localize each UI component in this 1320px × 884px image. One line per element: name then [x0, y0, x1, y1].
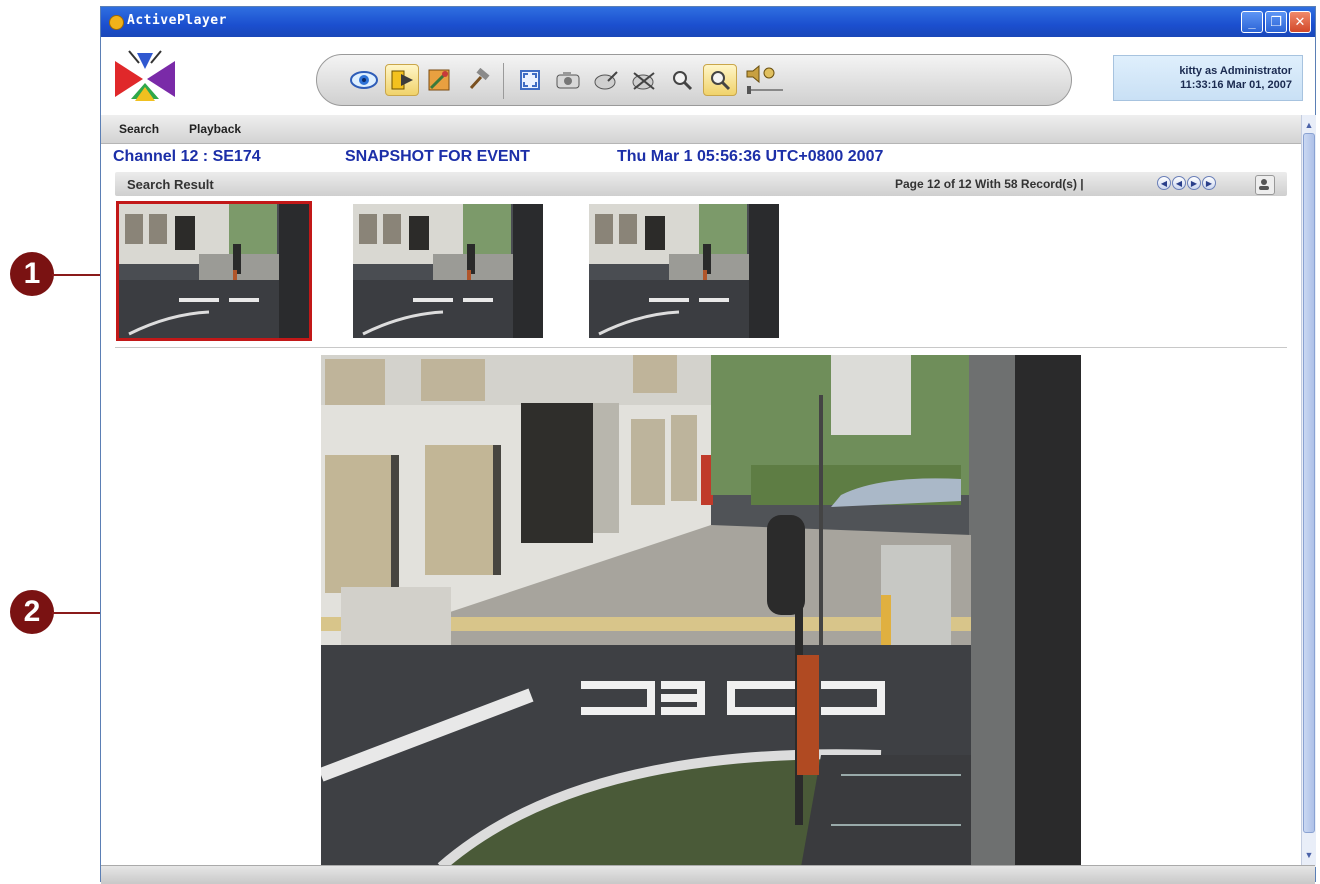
parking-snapshot-thumbnail [119, 204, 309, 338]
record-stop-button[interactable] [627, 64, 661, 96]
status-bar [101, 865, 1315, 884]
parking-snapshot-thumbnail [589, 204, 779, 338]
result-thumbnail[interactable] [116, 201, 312, 341]
snapshot-viewer[interactable] [321, 355, 1081, 867]
minimize-button[interactable]: _ [1241, 11, 1263, 33]
zoom-out-button[interactable] [703, 64, 737, 96]
main-content: Channel 12 : SE174 SNAPSHOT FOR EVENT Th… [101, 144, 1301, 867]
last-page-button[interactable]: ▶ [1202, 176, 1216, 190]
magnifier-icon [711, 71, 731, 91]
scroll-up-arrow-icon[interactable]: ▲ [1302, 117, 1316, 133]
first-page-button[interactable]: ◀ [1157, 176, 1171, 190]
record-icon [594, 71, 618, 90]
scrollbar-thumb[interactable] [1303, 133, 1315, 833]
tools-button[interactable] [461, 64, 495, 96]
event-config-button[interactable] [423, 64, 457, 96]
live-view-button[interactable] [347, 64, 381, 96]
callout-1-badge: 1 [10, 252, 54, 296]
menu-item-playback[interactable]: Playback [189, 122, 241, 136]
event-config-icon [428, 69, 450, 91]
close-button[interactable]: ✕ [1289, 11, 1311, 33]
hammer-icon [469, 68, 490, 90]
event-type-label: SNAPSHOT FOR EVENT [345, 148, 530, 165]
fullscreen-button[interactable] [513, 64, 547, 96]
user-role: kitty as Administrator [1179, 65, 1292, 77]
menu-bar: Search Playback [101, 115, 1301, 144]
playback-icon [391, 70, 413, 90]
speaker-icon [746, 65, 783, 94]
vertical-scrollbar[interactable]: ▲ ▼ [1301, 115, 1316, 867]
eye-icon [350, 71, 378, 89]
user-datetime: 11:33:16 Mar 01, 2007 [1180, 79, 1292, 91]
toolbar-separator [503, 63, 504, 99]
playback-mode-button[interactable] [385, 64, 419, 96]
zoom-in-button[interactable] [665, 64, 699, 96]
app-icon [109, 15, 124, 30]
title-bar[interactable]: ActivePlayer _ ❐ ✕ [101, 7, 1315, 37]
search-result-bar: Search Result Page 12 of 12 With 58 Reco… [115, 172, 1287, 196]
user-icon[interactable] [1255, 175, 1275, 195]
result-thumbnail[interactable] [353, 204, 543, 338]
toolbar [316, 54, 1072, 106]
parking-lot-snapshot [321, 355, 1081, 867]
thumbnail-divider [115, 347, 1287, 348]
snapshot-button[interactable] [551, 64, 585, 96]
maximize-button[interactable]: ❐ [1265, 11, 1287, 33]
toolbar-area: kitty as Administrator 11:33:16 Mar 01, … [101, 37, 1315, 115]
magnifier-icon [673, 71, 693, 91]
window-title: ActivePlayer [127, 13, 227, 28]
scroll-down-arrow-icon[interactable]: ▼ [1302, 847, 1316, 863]
previous-page-button[interactable]: ◀ [1172, 176, 1186, 190]
callout-2-badge: 2 [10, 590, 54, 634]
search-result-title: Search Result [127, 177, 214, 192]
record-off-icon [632, 72, 655, 90]
record-button[interactable] [589, 64, 623, 96]
parking-snapshot-thumbnail [353, 204, 543, 338]
channel-label: Channel 12 : SE174 [113, 148, 261, 165]
user-info-panel: kitty as Administrator 11:33:16 Mar 01, … [1113, 55, 1303, 101]
result-thumbnail[interactable] [589, 204, 779, 338]
menu-item-search[interactable]: Search [119, 122, 159, 136]
volume-control[interactable] [741, 64, 793, 96]
app-logo [115, 50, 175, 101]
next-page-button[interactable]: ▶ [1187, 176, 1201, 190]
page-info: Page 12 of 12 With 58 Record(s) | [895, 177, 1084, 191]
app-window: ActivePlayer _ ❐ ✕ kitty as Administrato… [100, 6, 1316, 884]
fullscreen-icon [520, 70, 540, 90]
event-timestamp: Thu Mar 1 05:56:36 UTC+0800 2007 [617, 148, 884, 165]
camera-icon [556, 72, 580, 89]
